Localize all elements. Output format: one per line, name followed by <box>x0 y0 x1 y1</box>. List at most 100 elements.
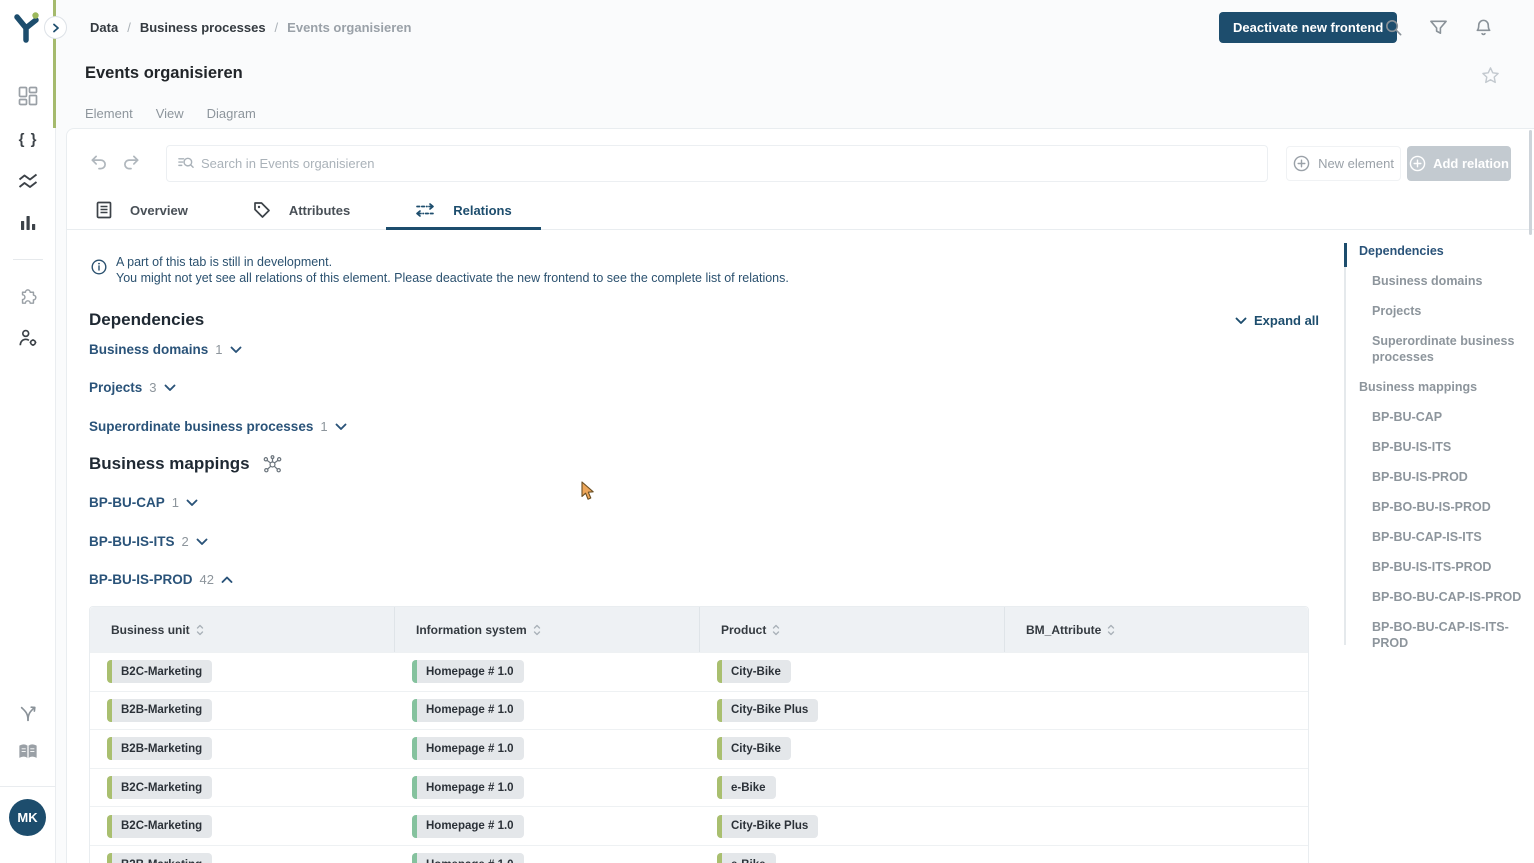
sidebar-expand-button[interactable] <box>44 16 67 39</box>
tab-relations[interactable]: Relations <box>386 191 541 229</box>
bar-chart-icon[interactable] <box>16 211 40 235</box>
group-bp-bu-is-its[interactable]: BP-BU-IS-ITS 2 <box>89 534 208 549</box>
information-system-chip[interactable]: Homepage # 1.0 <box>412 660 524 683</box>
expand-all-button[interactable]: Expand all <box>1235 313 1319 328</box>
info-icon <box>91 259 107 275</box>
puzzle-icon[interactable] <box>16 283 40 307</box>
sort-icon[interactable] <box>772 624 780 636</box>
new-element-button[interactable]: New element <box>1286 146 1401 181</box>
sort-icon[interactable] <box>196 624 204 636</box>
business-mappings-heading: Business mappings <box>89 454 283 474</box>
information-system-chip[interactable]: Homepage # 1.0 <box>412 699 524 722</box>
sort-icon[interactable] <box>1107 624 1115 636</box>
search-icon[interactable] <box>1384 18 1404 38</box>
filter-icon[interactable] <box>1429 18 1449 38</box>
business-mapping-table: Business unit Information system Product… <box>89 606 1309 863</box>
column-header-product[interactable]: Product <box>700 607 1005 652</box>
group-business-domains[interactable]: Business domains 1 <box>89 342 242 357</box>
business-unit-chip[interactable]: B2B-Marketing <box>107 699 212 722</box>
breadcrumb-item-current: Events organisieren <box>287 20 411 35</box>
menu-item-element[interactable]: Element <box>85 106 133 121</box>
business-unit-chip[interactable]: B2C-Marketing <box>107 660 212 683</box>
product-chip[interactable]: City-Bike <box>717 660 791 683</box>
network-graph-icon[interactable] <box>262 455 283 474</box>
redo-icon[interactable] <box>122 154 141 171</box>
book-icon[interactable] <box>16 740 40 764</box>
tab-bar: Overview Attributes Relations <box>67 191 1534 230</box>
table-row: B2B-Marketing Homepage # 1.0 City-Bike P… <box>90 691 1308 730</box>
product-chip[interactable]: e-Bike <box>717 776 776 799</box>
info-line-1: A part of this tab is still in developme… <box>116 254 789 270</box>
nav-item-bp-bu-cap-is-its[interactable]: BP-BU-CAP-IS-ITS <box>1359 529 1527 545</box>
information-system-chip[interactable]: Homepage # 1.0 <box>412 737 524 760</box>
chevron-up-icon <box>221 576 233 584</box>
nav-item-bp-bu-cap[interactable]: BP-BU-CAP <box>1359 409 1527 425</box>
add-relation-button[interactable]: Add relation <box>1407 146 1511 181</box>
relations-arrows-icon <box>415 202 435 218</box>
nav-item-bp-bu-is-its-prod[interactable]: BP-BU-IS-ITS-PROD <box>1359 559 1527 575</box>
nav-item-dependencies[interactable]: Dependencies <box>1359 243 1527 259</box>
business-unit-chip[interactable]: B2C-Marketing <box>107 815 212 838</box>
information-system-chip[interactable]: Homepage # 1.0 <box>412 815 524 838</box>
branch-icon[interactable] <box>16 702 40 726</box>
sidebar-divider <box>0 786 56 787</box>
information-system-chip[interactable]: Homepage # 1.0 <box>412 853 524 863</box>
table-row: B2C-Marketing Homepage # 1.0 City-Bike <box>90 652 1308 691</box>
group-superordinate-business-processes[interactable]: Superordinate business processes 1 <box>89 419 347 434</box>
left-sidebar: { } <box>0 0 56 863</box>
tag-icon <box>253 201 271 219</box>
nav-item-projects[interactable]: Projects <box>1359 303 1527 319</box>
nav-item-business-domains[interactable]: Business domains <box>1359 273 1527 289</box>
breadcrumb-item-data[interactable]: Data <box>90 20 118 35</box>
breadcrumb-separator: / <box>275 20 279 35</box>
nav-item-business-mappings[interactable]: Business mappings <box>1359 379 1527 395</box>
code-braces-icon[interactable]: { } <box>16 127 40 151</box>
product-chip[interactable]: City-Bike Plus <box>717 699 818 722</box>
nav-item-superordinate-business-processes[interactable]: Superordinate business processes <box>1359 333 1527 365</box>
user-avatar[interactable]: MK <box>9 799 46 836</box>
nav-item-bp-bu-is-its[interactable]: BP-BU-IS-ITS <box>1359 439 1527 455</box>
group-bp-bu-is-prod[interactable]: BP-BU-IS-PROD 42 <box>89 572 233 587</box>
table-row: B2C-Marketing Homepage # 1.0 e-Bike <box>90 768 1308 807</box>
plus-circle-icon <box>1293 155 1310 172</box>
favorite-star-icon[interactable] <box>1481 66 1500 85</box>
app-logo-icon[interactable] <box>12 11 42 45</box>
information-system-chip[interactable]: Homepage # 1.0 <box>412 776 524 799</box>
business-unit-chip[interactable]: B2B-Marketing <box>107 737 212 760</box>
column-header-information-system[interactable]: Information system <box>395 607 700 652</box>
deactivate-new-frontend-button[interactable]: Deactivate new frontend <box>1219 12 1397 43</box>
user-settings-icon[interactable] <box>16 326 40 350</box>
nav-item-bp-bo-bu-cap-is-prod[interactable]: BP-BO-BU-CAP-IS-PROD <box>1359 589 1527 605</box>
column-header-bm-attribute[interactable]: BM_Attribute <box>1005 607 1308 652</box>
nav-item-bp-bo-bu-cap-is-its-prod[interactable]: BP-BO-BU-CAP-IS-ITS-PROD <box>1359 619 1527 651</box>
table-row: B2B-Marketing Homepage # 1.0 City-Bike <box>90 729 1308 768</box>
group-bp-bu-cap[interactable]: BP-BU-CAP 1 <box>89 495 198 510</box>
scrollbar[interactable] <box>1529 130 1532 235</box>
group-projects[interactable]: Projects 3 <box>89 380 176 395</box>
product-chip[interactable]: City-Bike <box>717 737 791 760</box>
column-header-business-unit[interactable]: Business unit <box>90 607 395 652</box>
plus-circle-icon <box>1409 155 1426 172</box>
tab-overview[interactable]: Overview <box>67 191 217 229</box>
search-input[interactable] <box>201 156 1257 171</box>
business-unit-chip[interactable]: B2B-Marketing <box>107 853 212 863</box>
breadcrumb-item-business-processes[interactable]: Business processes <box>140 20 266 35</box>
menu-item-diagram[interactable]: Diagram <box>207 106 256 121</box>
bell-icon[interactable] <box>1474 18 1494 38</box>
nav-item-bp-bu-is-prod[interactable]: BP-BU-IS-PROD <box>1359 469 1527 485</box>
chevron-down-icon <box>186 499 198 507</box>
chevron-down-icon <box>335 423 347 431</box>
menu-item-view[interactable]: View <box>156 106 184 121</box>
dashboard-icon[interactable] <box>16 84 40 108</box>
undo-icon[interactable] <box>89 154 108 171</box>
chevron-down-icon <box>1235 317 1247 325</box>
data-flows-icon[interactable] <box>16 169 40 193</box>
business-unit-chip[interactable]: B2C-Marketing <box>107 776 212 799</box>
dependencies-heading: Dependencies <box>89 310 204 330</box>
chevron-down-icon <box>164 384 176 392</box>
product-chip[interactable]: e-Bike <box>717 853 776 863</box>
tab-attributes[interactable]: Attributes <box>224 191 379 229</box>
sort-icon[interactable] <box>533 624 541 636</box>
product-chip[interactable]: City-Bike Plus <box>717 815 818 838</box>
nav-item-bp-bo-bu-is-prod[interactable]: BP-BO-BU-IS-PROD <box>1359 499 1527 515</box>
